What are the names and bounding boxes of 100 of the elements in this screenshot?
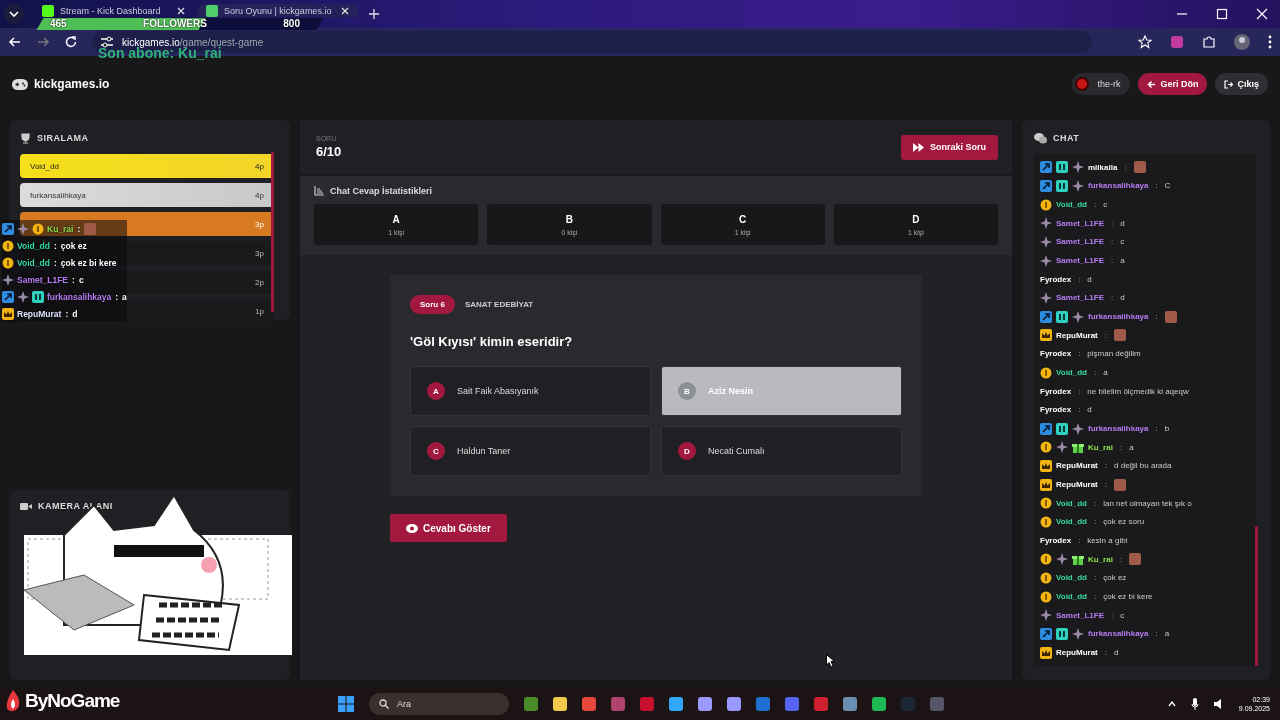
app-icon[interactable] (669, 697, 683, 711)
answer-option[interactable]: D Necati Cumalı (661, 426, 902, 476)
profile-avatar-icon[interactable] (1234, 34, 1250, 50)
colon-separator: : (53, 240, 57, 251)
app-icon[interactable] (727, 697, 741, 711)
chat-message: C (1164, 181, 1171, 191)
chevron-down-icon[interactable] (4, 4, 24, 24)
maximize-icon[interactable] (1216, 8, 1228, 20)
chevron-up-icon[interactable] (1166, 699, 1177, 709)
colon-separator: : (53, 257, 57, 268)
colon-separator: : (1155, 424, 1158, 434)
sparkle-icon (1040, 254, 1052, 267)
site-settings-icon[interactable] (100, 35, 114, 49)
colon-separator: : (1111, 256, 1114, 266)
player-points: 1p (255, 306, 264, 316)
chat-message: c (1120, 610, 1125, 620)
answer-text: Aziz Nesin (708, 386, 753, 396)
logout-button[interactable]: Çıkış (1215, 73, 1268, 95)
answer-text: Sait Faik Abasıyanık (457, 386, 539, 396)
taskbar-search-field[interactable]: Ara (369, 693, 509, 715)
star-icon[interactable] (1138, 35, 1152, 49)
chat-message: pişman değilim (1087, 349, 1141, 359)
app-icon[interactable] (785, 697, 799, 711)
app-icon[interactable] (611, 697, 625, 711)
chat-username: Void_dd (1056, 200, 1087, 210)
answer-option[interactable]: C Haldun Taner (410, 426, 651, 476)
reload-icon[interactable] (64, 35, 78, 49)
panel-title: CHAT (1053, 133, 1080, 143)
coin-icon (1040, 366, 1052, 379)
chat-username: furkansalihkaya (1088, 312, 1149, 322)
app-icon[interactable] (756, 697, 770, 711)
app-icon[interactable] (640, 697, 654, 711)
option-letter: C (739, 213, 747, 225)
coin-icon (1040, 198, 1052, 211)
player-name: Void_dd (30, 161, 59, 171)
chat-username: Samet_L1FE (1056, 256, 1105, 266)
chat-username: Samet_L1FE (17, 274, 69, 285)
colon-separator: : (1155, 629, 1158, 639)
close-icon[interactable] (176, 5, 186, 16)
option-letter: A (392, 213, 400, 225)
question-number-badge: Soru 6 (410, 295, 455, 314)
chat-message: çok ez bi kere (60, 257, 117, 268)
show-answer-button[interactable]: Cevabı Göster (390, 514, 507, 542)
badge-icon (1040, 422, 1052, 435)
windows-logo-icon[interactable] (338, 696, 354, 712)
search-icon (379, 699, 389, 709)
back-button[interactable]: Geri Dön (1138, 73, 1208, 95)
url-text: kickgames.io/game/quest-game (122, 36, 264, 48)
arrow-left-icon (1147, 79, 1157, 89)
emote-image (1114, 478, 1126, 491)
chat-message: lan net olmayan tek şık o (1103, 498, 1192, 508)
app-icon[interactable] (872, 697, 886, 711)
answer-option[interactable]: A Sait Faik Abasıyanık (410, 366, 651, 416)
colon-separator: : (1078, 405, 1081, 415)
chat-username: Void_dd (17, 240, 50, 251)
follower-count: 465 (50, 18, 67, 30)
emote-image (1129, 553, 1142, 566)
sparkle-icon (1072, 161, 1084, 174)
close-icon[interactable] (340, 5, 350, 16)
user-pill[interactable]: the-rk (1072, 73, 1131, 95)
chat-username: Void_dd (1056, 498, 1087, 508)
chat-username: Fyrodex (1040, 536, 1072, 546)
logout-icon (1224, 79, 1234, 89)
coin-icon (2, 239, 14, 252)
chat-message: d (1120, 293, 1125, 303)
browser-tab[interactable]: Stream - Kick Dashboard (34, 4, 194, 17)
coin-icon (1040, 553, 1052, 566)
video-camera-icon (20, 501, 32, 511)
search-placeholder: Ara (397, 699, 411, 709)
app-icon[interactable] (553, 697, 567, 711)
microphone-icon[interactable] (1190, 698, 1199, 710)
chat-username: Ku_rai (1088, 554, 1113, 564)
forward-arrow-icon[interactable] (36, 35, 50, 49)
chat-username: furkansalihkaya (1088, 424, 1149, 434)
plus-icon[interactable] (368, 8, 380, 20)
trophy-icon (20, 132, 31, 144)
app-icon[interactable] (524, 697, 538, 711)
extension-icon[interactable] (1170, 35, 1184, 49)
player-points: 4p (255, 190, 264, 200)
app-icon[interactable] (698, 697, 712, 711)
colon-separator: : (1155, 312, 1158, 322)
colon-separator: : (1104, 480, 1107, 490)
app-icon[interactable] (582, 697, 596, 711)
chat-username: RepuMurat (1056, 648, 1098, 658)
chat-username: furkansalihkaya (47, 291, 112, 302)
chat-message: d (1114, 648, 1119, 658)
browser-tab[interactable]: Soru Oyunu | kickgames.io (198, 4, 358, 17)
emote-image (1133, 161, 1146, 174)
mouse-cursor-icon (826, 654, 835, 668)
chat-username: furkansalihkaya (1088, 629, 1149, 639)
next-question-button[interactable]: Sonraki Soru (901, 134, 998, 160)
colon-separator: : (1111, 610, 1114, 620)
more-menu-icon[interactable] (1268, 35, 1272, 49)
chat-message: c (1103, 200, 1108, 210)
back-arrow-icon[interactable] (8, 35, 22, 49)
app-icon[interactable] (814, 697, 828, 711)
chat-username: Samet_L1FE (1056, 293, 1105, 303)
answer-letter: C (427, 442, 445, 460)
app-icon[interactable] (843, 697, 857, 711)
answer-letter: D (678, 442, 696, 460)
